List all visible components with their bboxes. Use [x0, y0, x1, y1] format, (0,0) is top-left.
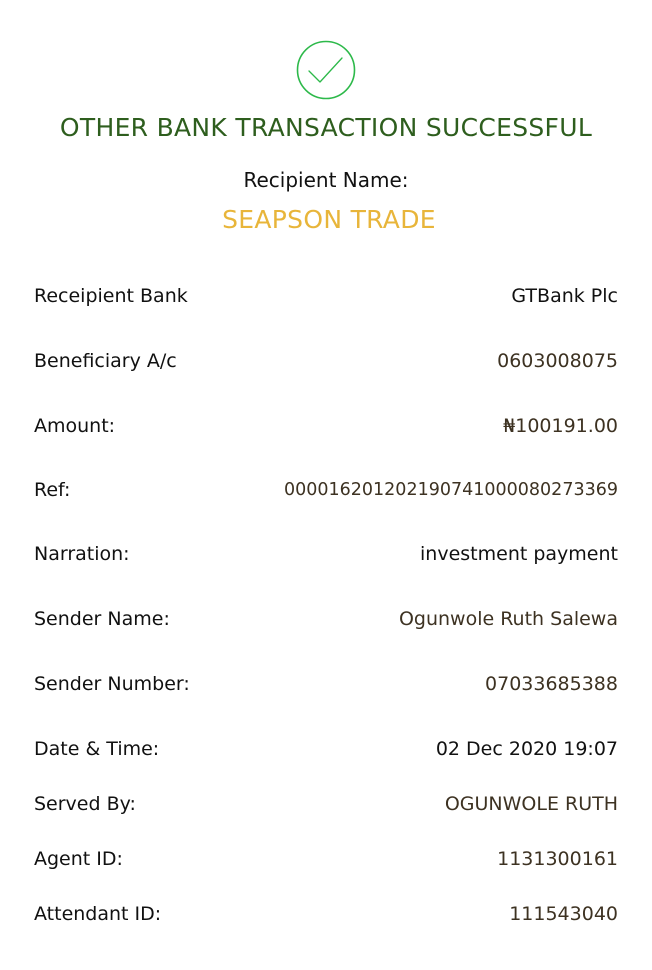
- detail-label: Amount:: [34, 415, 116, 437]
- transaction-status-title: OTHER BANK TRANSACTION SUCCESSFUL: [59, 113, 593, 142]
- detail-row-amount: Amount: ₦100191.00: [34, 411, 618, 441]
- detail-label: Served By:: [34, 793, 136, 815]
- detail-value: investment payment: [420, 543, 618, 565]
- detail-value: 000016201202190741000080273369: [283, 480, 618, 500]
- detail-value: 0603008075: [497, 350, 618, 372]
- detail-row-agent-id: Agent ID: 1131300161: [34, 844, 618, 874]
- detail-label: Receipient Bank: [34, 285, 188, 307]
- detail-label: Beneficiary A/c: [34, 350, 177, 372]
- detail-label: Sender Name:: [34, 608, 170, 630]
- detail-row-reference: Ref: 000016201202190741000080273369: [34, 475, 618, 505]
- detail-value: Ogunwole Ruth Salewa: [398, 608, 618, 630]
- detail-row-narration: Narration: investment payment: [34, 539, 618, 569]
- detail-value: 07033685388: [485, 673, 618, 695]
- detail-row-served-by: Served By: OGUNWOLE RUTH: [34, 789, 618, 819]
- detail-label: Narration:: [34, 543, 130, 565]
- recipient-name-label: Recipient Name:: [243, 168, 409, 192]
- check-circle-icon: [296, 40, 356, 100]
- detail-value: GTBank Plc: [511, 285, 618, 307]
- detail-value: 02 Dec 2020 19:07: [435, 738, 618, 760]
- detail-row-sender-name: Sender Name: Ogunwole Ruth Salewa: [34, 604, 618, 634]
- detail-label: Ref:: [34, 479, 71, 501]
- detail-value: 1131300161: [497, 848, 618, 870]
- detail-row-recipient-bank: Receipient Bank GTBank Plc: [34, 281, 618, 311]
- detail-label: Agent ID:: [34, 848, 123, 870]
- detail-value: 111543040: [509, 903, 618, 925]
- detail-row-attendant-id: Attendant ID: 111543040: [34, 899, 618, 929]
- detail-row-date-time: Date & Time: 02 Dec 2020 19:07: [34, 734, 618, 764]
- detail-row-beneficiary-account: Beneficiary A/c 0603008075: [34, 346, 618, 376]
- detail-value: ₦100191.00: [503, 415, 618, 437]
- detail-label: Date & Time:: [34, 738, 160, 760]
- recipient-name-value: SEAPSON TRADE: [222, 205, 436, 234]
- detail-row-sender-number: Sender Number: 07033685388: [34, 669, 618, 699]
- detail-value: OGUNWOLE RUTH: [444, 793, 618, 815]
- detail-label: Sender Number:: [34, 673, 190, 695]
- detail-label: Attendant ID:: [34, 903, 162, 925]
